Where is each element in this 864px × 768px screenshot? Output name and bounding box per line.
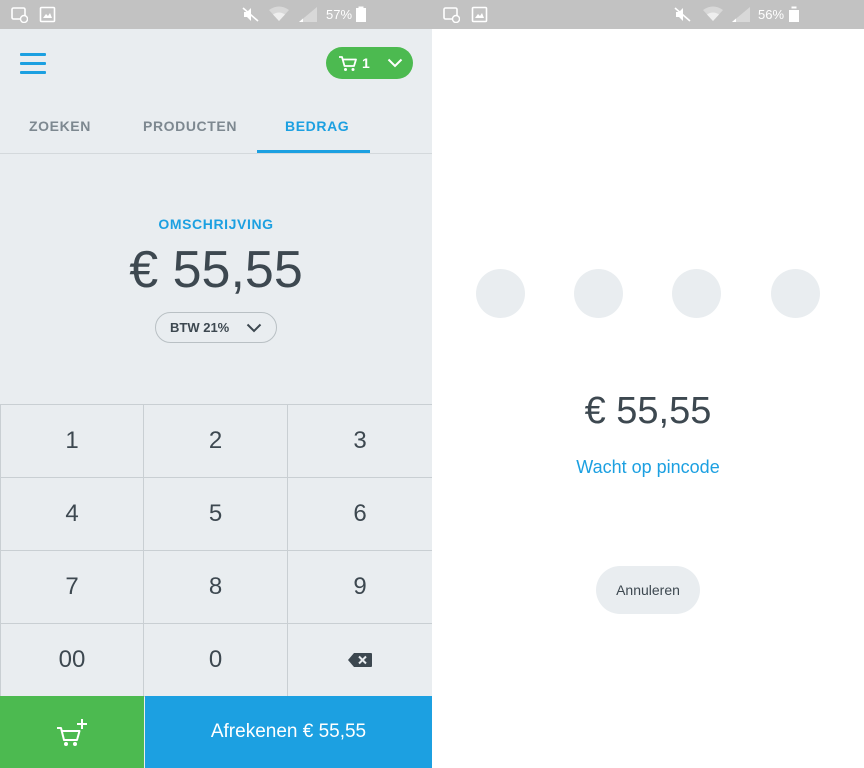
- mute-icon: [242, 7, 259, 22]
- hamburger-icon: [20, 53, 46, 56]
- tab-bar: ZOEKEN PRODUCTEN BEDRAG: [0, 96, 432, 154]
- cast-screen-icon: [443, 7, 460, 23]
- signal-icon: [732, 7, 750, 22]
- active-tab-indicator: [257, 150, 370, 153]
- tab-bedrag[interactable]: BEDRAG: [285, 118, 349, 134]
- payment-amount: € 55,55: [584, 390, 712, 432]
- cast-screen-icon: [11, 7, 28, 23]
- backspace-key[interactable]: [288, 624, 432, 697]
- description-label[interactable]: OMSCHRIJVING: [0, 216, 432, 232]
- amount-display: € 55,55: [129, 241, 303, 299]
- key-0[interactable]: 0: [144, 624, 288, 697]
- key-1[interactable]: 1: [0, 405, 144, 478]
- tab-producten[interactable]: PRODUCTEN: [143, 118, 237, 134]
- key-6[interactable]: 6: [288, 478, 432, 551]
- vat-select[interactable]: BTW 21%: [155, 312, 277, 343]
- mute-icon: [674, 7, 691, 22]
- payment-status: Wacht op pincode: [576, 457, 720, 477]
- battery-icon: [789, 6, 799, 22]
- key-7[interactable]: 7: [0, 551, 144, 624]
- add-to-cart-button[interactable]: [0, 696, 144, 768]
- battery-percentage: 56%: [758, 7, 785, 22]
- image-icon: [471, 6, 488, 23]
- backspace-icon: [348, 653, 372, 667]
- checkout-button[interactable]: Afrekenen € 55,55: [145, 696, 432, 768]
- key-3[interactable]: 3: [288, 405, 432, 478]
- key-00[interactable]: 00: [0, 624, 144, 697]
- pin-dot: [672, 269, 721, 318]
- pin-dot: [771, 269, 820, 318]
- menu-button[interactable]: [20, 53, 47, 75]
- pin-dot: [476, 269, 525, 318]
- wifi-icon: [269, 6, 289, 21]
- image-icon: [39, 6, 56, 23]
- cart-icon: [339, 56, 357, 71]
- signal-icon: [299, 7, 317, 22]
- pin-wait-screen: 56% € 55,55 Wacht op pincode Annuleren: [432, 0, 864, 768]
- key-9[interactable]: 9: [288, 551, 432, 624]
- key-2[interactable]: 2: [144, 405, 288, 478]
- key-5[interactable]: 5: [144, 478, 288, 551]
- cart-count: 1: [362, 55, 370, 71]
- chevron-down-icon: [387, 58, 403, 68]
- pos-amount-screen: 57% 1 ZOEKEN PRODUCTEN BEDRAG OMSCHRIJVI…: [0, 0, 432, 768]
- cancel-button[interactable]: Annuleren: [596, 566, 700, 614]
- numeric-keypad: 1 2 3 4 5 6 7 8 9 00 0: [0, 404, 432, 697]
- key-4[interactable]: 4: [0, 478, 144, 551]
- wifi-icon: [703, 6, 723, 21]
- battery-icon: [356, 6, 366, 22]
- tab-zoeken[interactable]: ZOEKEN: [29, 118, 91, 134]
- status-bar: 56%: [432, 0, 864, 29]
- cart-button[interactable]: 1: [326, 47, 413, 79]
- pin-dot: [574, 269, 623, 318]
- cart-plus-icon: [57, 719, 87, 746]
- battery-percentage: 57%: [326, 7, 353, 22]
- vat-selected-value: BTW 21%: [170, 320, 230, 335]
- key-8[interactable]: 8: [144, 551, 288, 624]
- status-bar: 57%: [0, 0, 432, 29]
- chevron-down-icon: [246, 323, 262, 333]
